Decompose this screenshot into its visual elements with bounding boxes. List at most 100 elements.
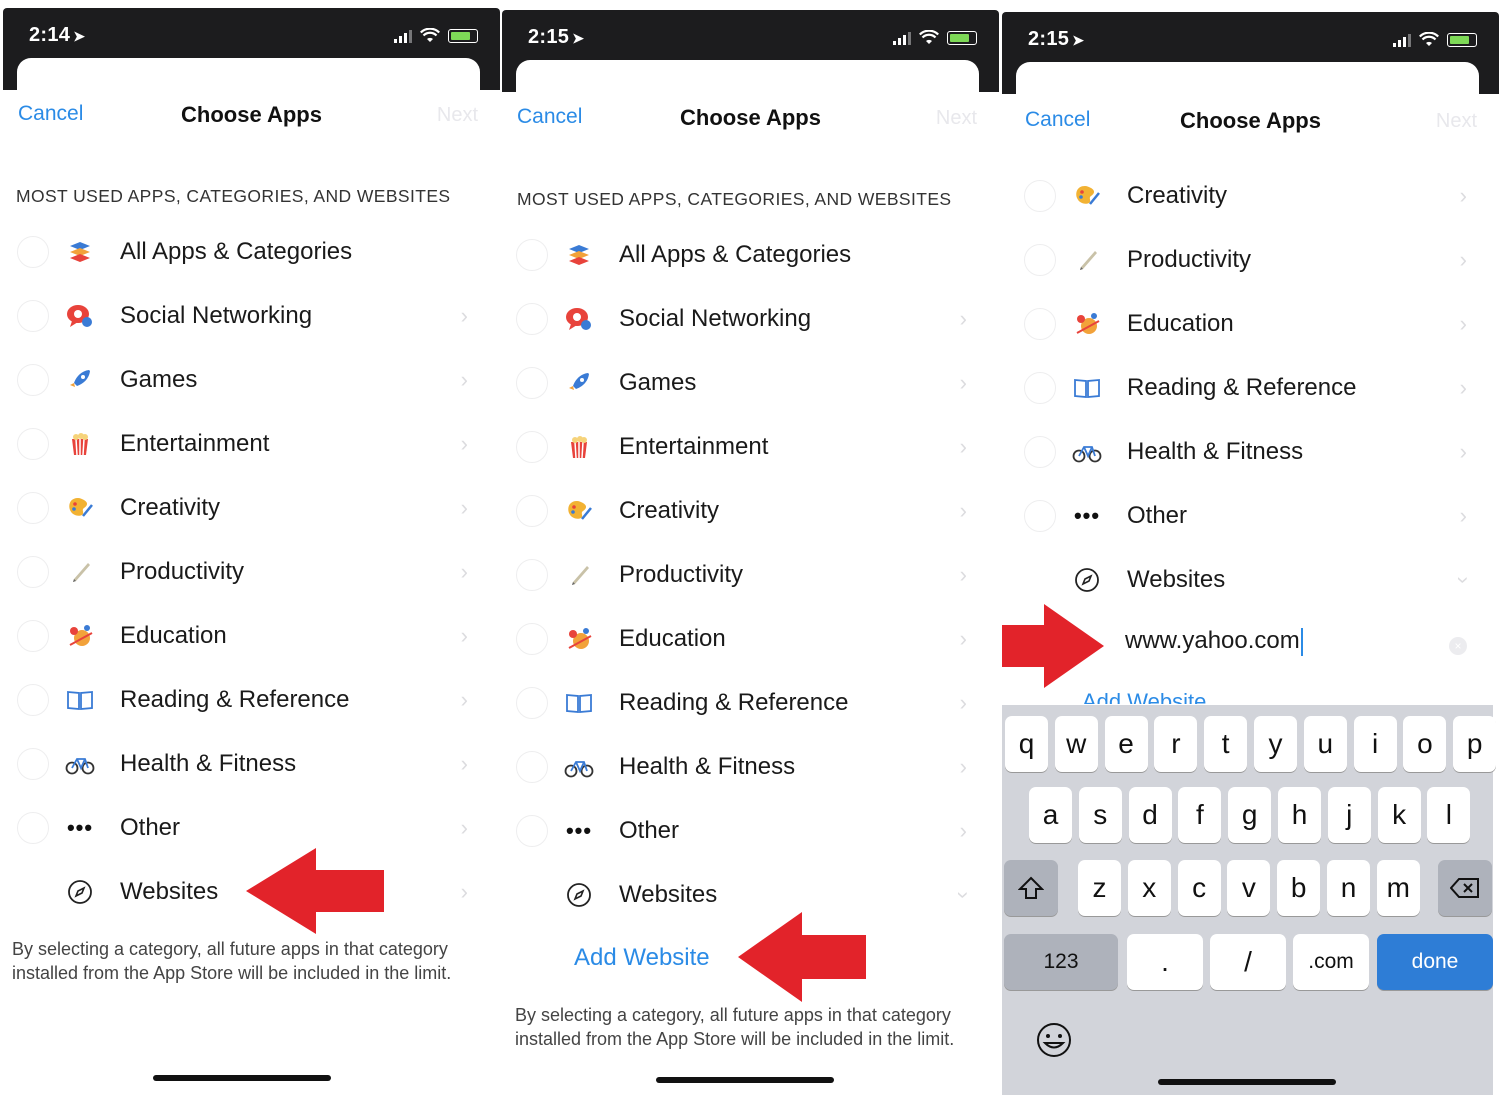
list-item-reading-reference[interactable]: Reading & Reference › [3, 668, 500, 732]
dotcom-key[interactable]: .com [1293, 934, 1369, 990]
next-button[interactable]: Next [1436, 110, 1477, 133]
key-w[interactable]: w [1054, 716, 1098, 772]
list-item-health-fitness[interactable]: Health & Fitness › [502, 735, 999, 799]
key-p[interactable]: p [1453, 716, 1497, 772]
key-l[interactable]: l [1427, 787, 1471, 843]
list-item-productivity[interactable]: Productivity › [3, 540, 500, 604]
list-item-education[interactable]: Education › [3, 604, 500, 668]
radio-button[interactable] [17, 748, 49, 780]
website-url-input[interactable]: www.yahoo.com [1125, 627, 1303, 656]
list-item-productivity[interactable]: Productivity › [1002, 228, 1499, 292]
done-key[interactable]: done [1377, 934, 1493, 990]
key-j[interactable]: j [1327, 787, 1371, 843]
list-item-reading-reference[interactable]: Reading & Reference › [502, 671, 999, 735]
key-f[interactable]: f [1178, 787, 1222, 843]
item-label: Reading & Reference [619, 689, 849, 716]
radio-button[interactable] [516, 367, 548, 399]
list-item-other[interactable]: ••• Other › [502, 799, 999, 863]
list-item-all-apps[interactable]: All Apps & Categories [502, 223, 999, 287]
key-x[interactable]: x [1127, 860, 1171, 916]
radio-button[interactable] [17, 364, 49, 396]
key-b[interactable]: b [1277, 860, 1321, 916]
add-website-button[interactable]: Add Website [1082, 690, 1206, 704]
list-item-creativity[interactable]: Creativity › [3, 476, 500, 540]
key-e[interactable]: e [1104, 716, 1148, 772]
key-m[interactable]: m [1376, 860, 1420, 916]
radio-button[interactable] [17, 620, 49, 652]
emoji-icon[interactable] [1034, 1020, 1074, 1060]
radio-button[interactable] [516, 687, 548, 719]
key-k[interactable]: k [1377, 787, 1421, 843]
category-list: All Apps & Categories Social Networking ›… [502, 223, 999, 927]
list-item-other[interactable]: ••• Other › [1002, 484, 1499, 548]
radio-button[interactable] [1024, 372, 1056, 404]
numbers-key[interactable]: 123 [1004, 934, 1118, 990]
radio-button[interactable] [516, 239, 548, 271]
list-item-reading-reference[interactable]: Reading & Reference › [1002, 356, 1499, 420]
radio-button[interactable] [516, 431, 548, 463]
key-i[interactable]: i [1353, 716, 1397, 772]
radio-button[interactable] [516, 303, 548, 335]
key-s[interactable]: s [1078, 787, 1122, 843]
key-q[interactable]: q [1005, 716, 1048, 772]
radio-button[interactable] [516, 751, 548, 783]
key-r[interactable]: r [1154, 716, 1198, 772]
list-item-education[interactable]: Education › [502, 607, 999, 671]
radio-button[interactable] [1024, 436, 1056, 468]
list-item-games[interactable]: Games › [502, 351, 999, 415]
rocket-icon [63, 363, 97, 397]
list-item-websites[interactable]: Websites › [1002, 548, 1499, 612]
education-icon [562, 622, 596, 656]
slash-key[interactable]: / [1210, 934, 1286, 990]
radio-button[interactable] [1024, 244, 1056, 276]
list-item-entertainment[interactable]: Entertainment › [502, 415, 999, 479]
radio-button[interactable] [17, 428, 49, 460]
key-y[interactable]: y [1254, 716, 1297, 772]
radio-button[interactable] [17, 684, 49, 716]
key-g[interactable]: g [1228, 787, 1272, 843]
list-item-education[interactable]: Education › [1002, 292, 1499, 356]
radio-button[interactable] [17, 812, 49, 844]
list-item-creativity[interactable]: Creativity › [502, 479, 999, 543]
key-c[interactable]: c [1177, 860, 1221, 916]
radio-button[interactable] [17, 492, 49, 524]
radio-button[interactable] [1024, 500, 1056, 532]
list-item-creativity[interactable]: Creativity › [1002, 164, 1499, 228]
list-item-all-apps[interactable]: All Apps & Categories [3, 220, 500, 284]
key-a[interactable]: a [1029, 787, 1072, 843]
radio-button[interactable] [516, 815, 548, 847]
dot-key[interactable]: . [1127, 934, 1203, 990]
list-item-health-fitness[interactable]: Health & Fitness › [1002, 420, 1499, 484]
radio-button[interactable] [17, 556, 49, 588]
backspace-key[interactable] [1438, 860, 1492, 916]
radio-button[interactable] [516, 623, 548, 655]
list-item-health-fitness[interactable]: Health & Fitness › [3, 732, 500, 796]
key-t[interactable]: t [1204, 716, 1248, 772]
list-item-productivity[interactable]: Productivity › [502, 543, 999, 607]
add-website-button[interactable]: Add Website [574, 944, 710, 972]
item-label: Health & Fitness [1127, 438, 1304, 465]
list-item-social-networking[interactable]: Social Networking › [502, 287, 999, 351]
item-label: Websites [1127, 566, 1226, 593]
clear-text-icon[interactable]: × [1449, 637, 1467, 655]
key-d[interactable]: d [1128, 787, 1172, 843]
shift-key[interactable] [1004, 860, 1058, 916]
radio-button[interactable] [17, 300, 49, 332]
next-button[interactable]: Next [437, 104, 478, 127]
list-item-social-networking[interactable]: Social Networking › [3, 284, 500, 348]
radio-button[interactable] [17, 236, 49, 268]
list-item-games[interactable]: Games › [3, 348, 500, 412]
radio-button[interactable] [516, 495, 548, 527]
key-n[interactable]: n [1327, 860, 1370, 916]
radio-button[interactable] [516, 559, 548, 591]
key-o[interactable]: o [1403, 716, 1447, 772]
key-h[interactable]: h [1278, 787, 1321, 843]
key-z[interactable]: z [1078, 860, 1121, 916]
radio-button[interactable] [1024, 308, 1056, 340]
key-v[interactable]: v [1227, 860, 1271, 916]
radio-button[interactable] [1024, 180, 1056, 212]
key-u[interactable]: u [1303, 716, 1347, 772]
chevron-right-icon: › [1459, 311, 1467, 336]
list-item-entertainment[interactable]: Entertainment › [3, 412, 500, 476]
next-button[interactable]: Next [936, 107, 977, 130]
